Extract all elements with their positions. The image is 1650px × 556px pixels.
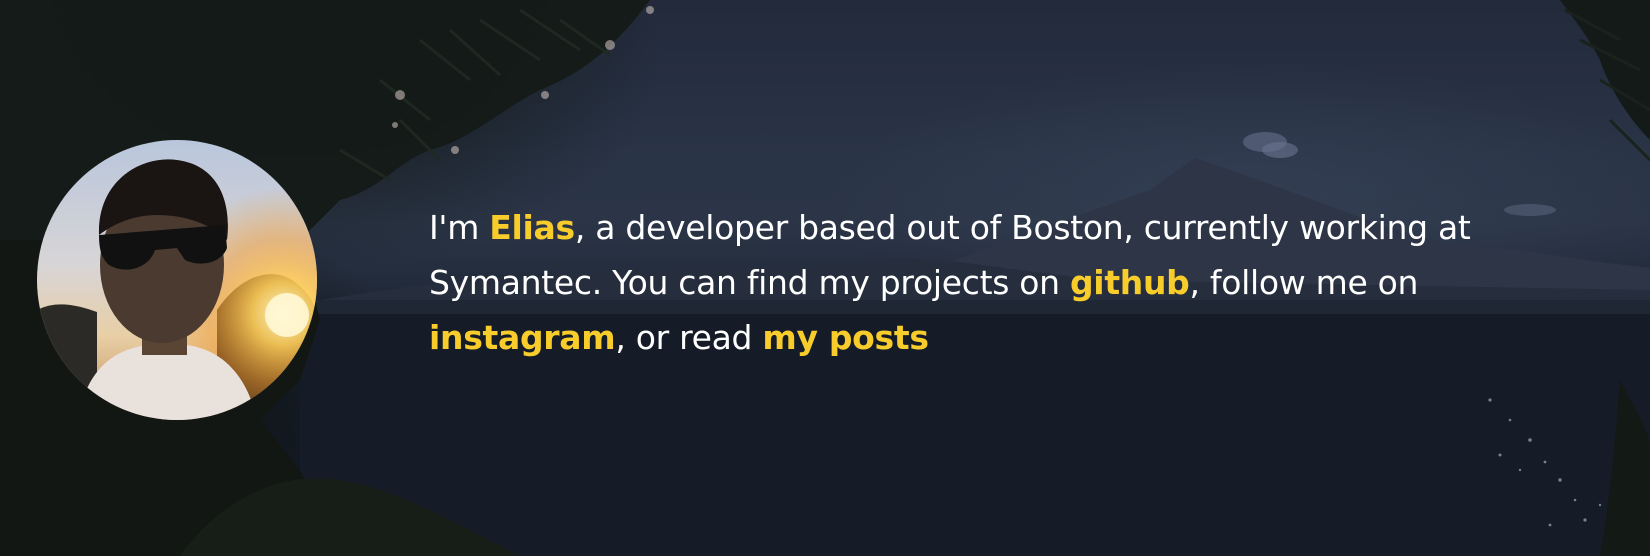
bio-text-read: , or read: [615, 318, 763, 357]
name-link[interactable]: Elias: [489, 208, 575, 247]
avatar-photo: [37, 140, 317, 420]
bio-text-intro: I'm: [429, 208, 490, 247]
instagram-link[interactable]: instagram: [429, 318, 616, 357]
github-link[interactable]: github: [1070, 263, 1190, 302]
avatar: [37, 140, 317, 420]
bio-text: I'm Elias, a developer based out of Bost…: [429, 200, 1529, 365]
posts-link[interactable]: my posts: [762, 318, 929, 357]
bio-text-follow: , follow me on: [1189, 263, 1419, 302]
hero-section: I'm Elias, a developer based out of Bost…: [0, 0, 1650, 556]
